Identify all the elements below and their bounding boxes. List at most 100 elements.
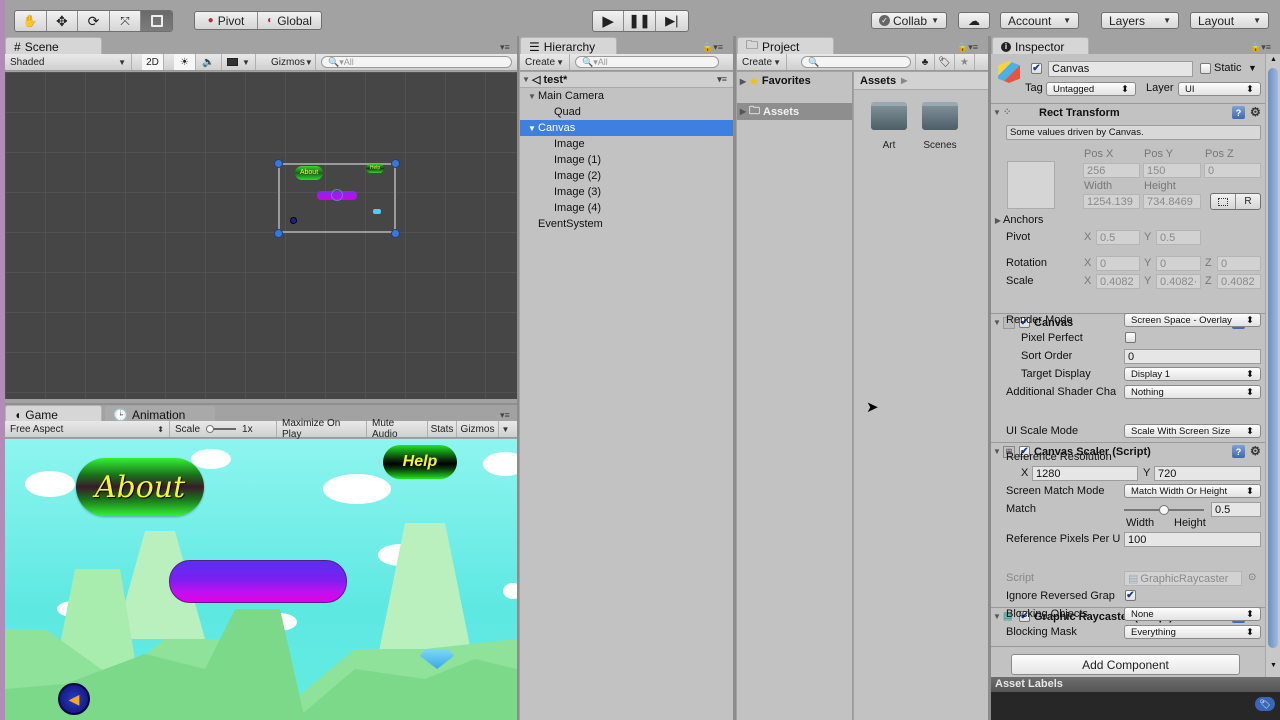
hierarchy-item[interactable]: Image (1): [520, 152, 733, 168]
scene-view[interactable]: About Help: [5, 72, 517, 399]
rect-handle-tl[interactable]: [274, 159, 283, 168]
pivot-toggle[interactable]: ● Pivot: [195, 12, 259, 29]
anchor-presets-button[interactable]: [1007, 161, 1055, 209]
ignore-reversed-checkbox[interactable]: ✔: [1125, 590, 1136, 601]
tag-icon[interactable]: 🏷: [1255, 697, 1275, 711]
shading-mode-dropdown[interactable]: Shaded ▼: [5, 54, 132, 70]
about-button[interactable]: About: [76, 458, 204, 516]
audio-toggle[interactable]: 🔈: [196, 54, 222, 70]
stats-toggle[interactable]: Stats: [428, 421, 457, 437]
hierarchy-item[interactable]: Image (4): [520, 200, 733, 216]
hierarchy-item[interactable]: ▼ Main Camera: [520, 88, 733, 104]
tag-dropdown[interactable]: Untagged ⬍: [1046, 82, 1136, 96]
expand-triangle-icon[interactable]: ▼: [526, 92, 538, 101]
collab-dropdown[interactable]: ✓ Collab ▼: [871, 12, 947, 29]
project-search-input[interactable]: 🔍: [801, 56, 911, 68]
hierarchy-item[interactable]: Quad: [520, 104, 733, 120]
hierarchy-create-dropdown[interactable]: Create ▼: [520, 54, 570, 70]
scrollbar-thumb[interactable]: [1268, 68, 1278, 648]
hierarchy-item[interactable]: ▼ Canvas: [520, 120, 733, 136]
scroll-up-icon[interactable]: ▲: [1270, 56, 1277, 63]
active-checkbox[interactable]: ✔: [1031, 63, 1042, 74]
hierarchy-item[interactable]: Image (3): [520, 184, 733, 200]
rotation-x-field[interactable]: 0: [1096, 256, 1140, 271]
layers-dropdown[interactable]: Layers ▼: [1101, 12, 1179, 29]
rect-tool-button[interactable]: [141, 11, 172, 31]
scene-menu-icon[interactable]: ▾≡: [717, 74, 727, 85]
ui-scale-mode-dropdown[interactable]: Scale With Screen Size ⬍: [1124, 424, 1261, 438]
scale-slider[interactable]: Scale 1x: [170, 421, 277, 437]
blueprint-mode-button[interactable]: [1211, 194, 1236, 209]
reference-ppu-field[interactable]: 100: [1124, 532, 1261, 547]
collapse-triangle-icon[interactable]: ▼: [991, 318, 1003, 327]
layer-dropdown[interactable]: UI ⬍: [1178, 82, 1261, 96]
game-gizmos-dropdown[interactable]: ▼: [499, 421, 512, 437]
maximize-on-play-toggle[interactable]: Maximize On Play: [277, 418, 367, 440]
pause-button[interactable]: ❚❚: [624, 11, 656, 31]
hierarchy-search-input[interactable]: 🔍▾ All: [575, 56, 719, 68]
breadcrumb-assets[interactable]: Assets: [860, 75, 896, 87]
add-component-button[interactable]: Add Component: [1011, 654, 1240, 675]
screen-match-mode-dropdown[interactable]: Match Width Or Height ⬍: [1124, 484, 1261, 498]
object-picker-icon[interactable]: ⊙: [1248, 572, 1256, 583]
pivot-handle[interactable]: [331, 189, 343, 201]
tab-scene[interactable]: # Scene: [5, 37, 102, 55]
filter-label-button[interactable]: 🏷: [935, 54, 955, 70]
scene-help-sprite[interactable]: Help: [366, 164, 384, 173]
favorites-row[interactable]: ▶ ★ Favorites: [737, 72, 852, 90]
match-slider[interactable]: [1124, 505, 1204, 515]
panel-menu-icon[interactable]: ▾≡: [500, 42, 510, 53]
expand-triangle-icon[interactable]: ▶: [737, 77, 749, 86]
static-checkbox[interactable]: [1200, 63, 1211, 74]
tab-hierarchy[interactable]: ☰ Hierarchy: [520, 37, 617, 55]
pixel-perfect-checkbox[interactable]: [1125, 332, 1136, 343]
collapse-triangle-icon[interactable]: ▼: [991, 447, 1003, 456]
global-toggle[interactable]: ◐ Global: [258, 12, 321, 29]
pivot-y-field[interactable]: 0.5: [1156, 230, 1201, 245]
rect-handle-br[interactable]: [391, 229, 400, 238]
match-value-field[interactable]: 0.5: [1211, 502, 1261, 517]
gear-icon[interactable]: ⚙: [1250, 105, 1261, 119]
render-mode-dropdown[interactable]: Screen Space - Overlay ⬍: [1124, 313, 1261, 327]
width-field[interactable]: 1254.139: [1083, 194, 1140, 209]
filter-type-button[interactable]: ♣: [915, 54, 935, 70]
rotation-y-field[interactable]: 0: [1156, 256, 1201, 271]
hierarchy-item[interactable]: EventSystem: [520, 216, 733, 232]
folder-item[interactable]: Scenes: [922, 102, 958, 151]
purple-button[interactable]: [169, 560, 347, 603]
game-view[interactable]: About Help ◀: [5, 439, 517, 720]
hand-tool-button[interactable]: ✋: [15, 11, 47, 31]
panel-splitter[interactable]: [733, 36, 736, 720]
object-name-input[interactable]: Canvas: [1048, 61, 1193, 77]
favorite-button[interactable]: ★: [955, 54, 975, 70]
collapse-triangle-icon[interactable]: ▼: [991, 108, 1003, 117]
mute-audio-toggle[interactable]: Mute Audio: [367, 418, 428, 440]
2d-toggle[interactable]: 2D: [142, 54, 164, 70]
pos-y-field[interactable]: 150: [1143, 163, 1201, 178]
shader-channels-dropdown[interactable]: Nothing ⬍: [1124, 385, 1261, 399]
ref-resolution-x-field[interactable]: 1280: [1032, 466, 1138, 481]
panel-splitter[interactable]: [517, 36, 519, 720]
pos-x-field[interactable]: 256: [1083, 163, 1140, 178]
static-dropdown-icon[interactable]: ▼: [1248, 63, 1257, 73]
target-display-dropdown[interactable]: Display 1 ⬍: [1124, 367, 1261, 381]
lock-icon[interactable]: 🔒▾≡: [702, 42, 723, 53]
rect-handle-tr[interactable]: [391, 159, 400, 168]
scale-tool-button[interactable]: ⤧: [110, 11, 142, 31]
collapse-triangle-icon[interactable]: ▼: [991, 612, 1003, 621]
hierarchy-item[interactable]: Image (2): [520, 168, 733, 184]
asset-labels-header[interactable]: Asset Labels: [991, 677, 1280, 692]
pos-z-field[interactable]: 0: [1204, 163, 1261, 178]
panel-menu-icon[interactable]: ▾≡: [500, 410, 510, 421]
effects-dropdown[interactable]: ▼: [222, 54, 256, 70]
step-button[interactable]: ▶|: [656, 11, 688, 31]
rect-transform-header[interactable]: ▼ ⁘ Rect Transform ? ⚙: [991, 103, 1265, 121]
scroll-down-icon[interactable]: ▼: [1270, 662, 1277, 669]
aspect-dropdown[interactable]: Free Aspect ⬍: [5, 421, 170, 437]
cloud-button[interactable]: ☁: [958, 12, 990, 29]
gear-icon[interactable]: ⚙: [1250, 444, 1261, 458]
assets-tree-row[interactable]: ▶ 🗀 Assets: [737, 103, 852, 120]
tab-project[interactable]: 🗀 Project: [737, 37, 834, 55]
sort-order-field[interactable]: 0: [1124, 349, 1261, 364]
rotation-z-field[interactable]: 0: [1217, 256, 1261, 271]
